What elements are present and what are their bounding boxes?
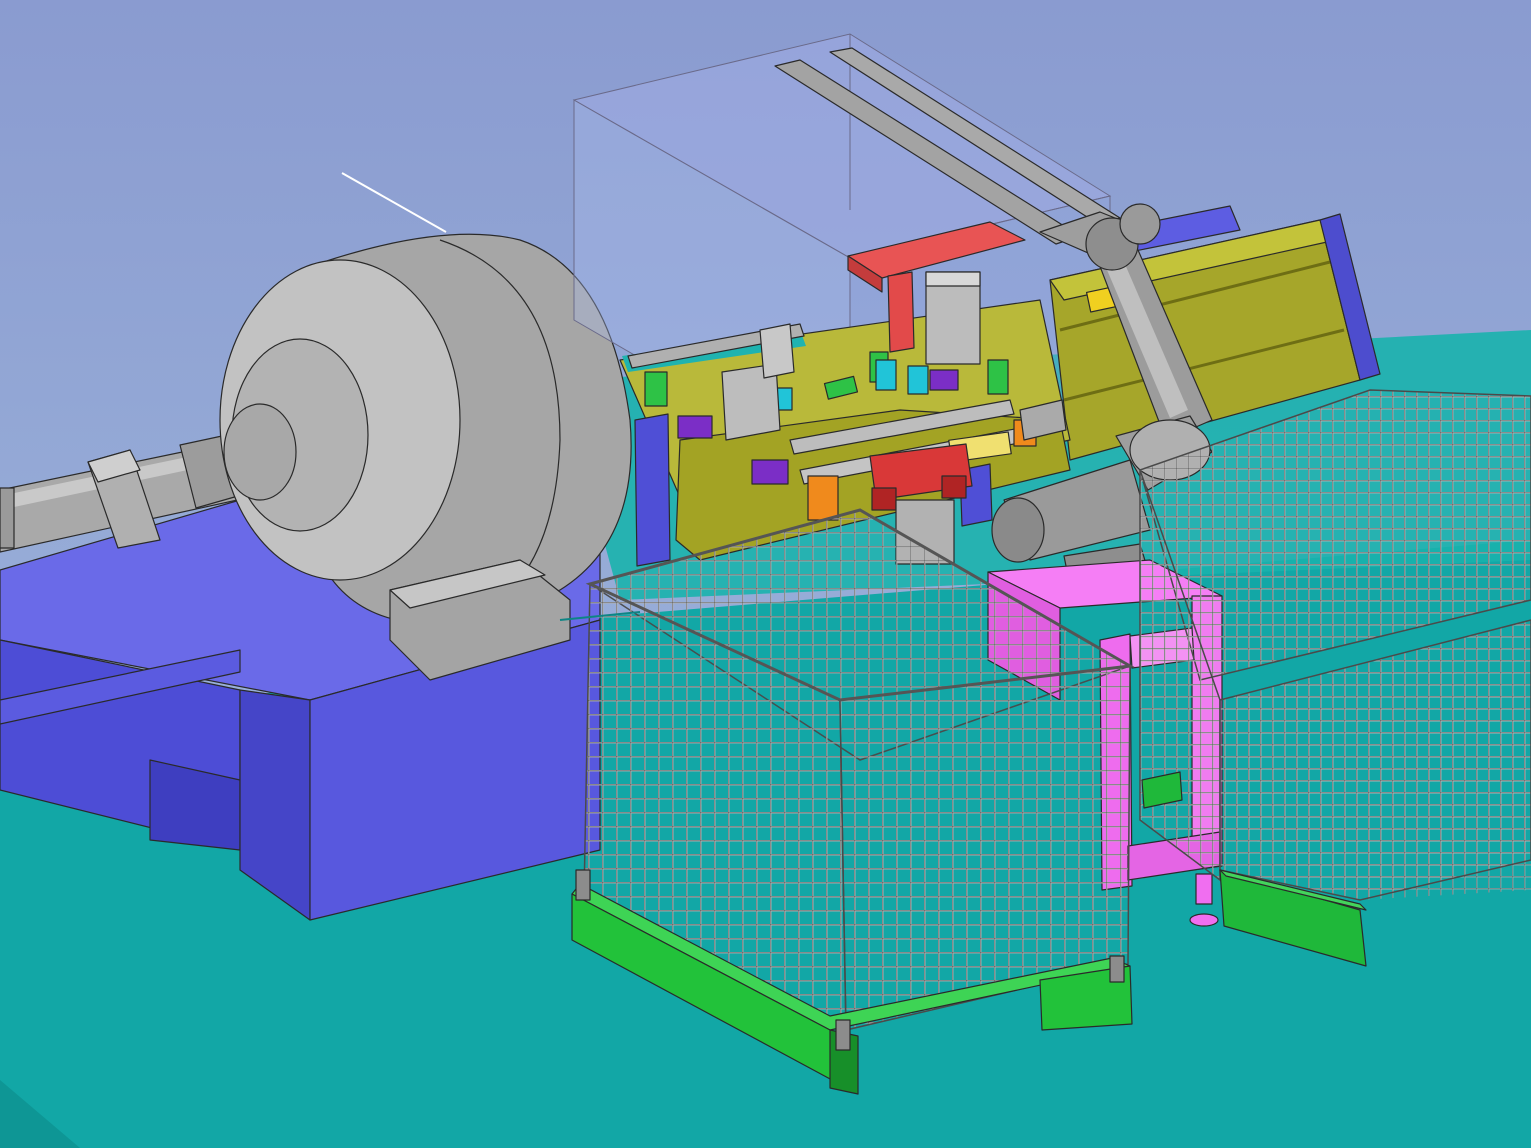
loader-blue-post [634,413,671,567]
purple-block-3 [929,369,959,391]
green-bracket-1 [644,371,668,407]
gripper-jaw-1 [871,487,897,511]
purple-block-1 [677,415,713,439]
basket-left-foot-3 [1109,955,1125,983]
green-bracket-3 [987,359,1009,395]
basket-left-foot-1 [575,869,591,901]
basket-left-foot-2 [835,1019,851,1051]
vertical-cylinder-cap [925,271,981,287]
cad-viewport[interactable] [0,0,1531,1148]
purple-block-2 [751,459,789,485]
cyan-block-1 [875,359,897,391]
gripper-jaw-2 [941,475,967,499]
chuck-bore [223,403,297,501]
cyan-block-2 [907,365,929,395]
red-post-pair [887,271,915,353]
orange-block-1 [807,475,839,521]
cad-scene[interactable] [0,0,1531,1148]
pedestal-foot [1195,873,1213,905]
clamp-grey-2 [759,323,795,379]
robot-wrist-joint [1119,203,1161,245]
shaft-end-stub [0,487,15,549]
robot-base-joint [991,497,1045,563]
pedestal-foot-pad [1189,913,1219,927]
